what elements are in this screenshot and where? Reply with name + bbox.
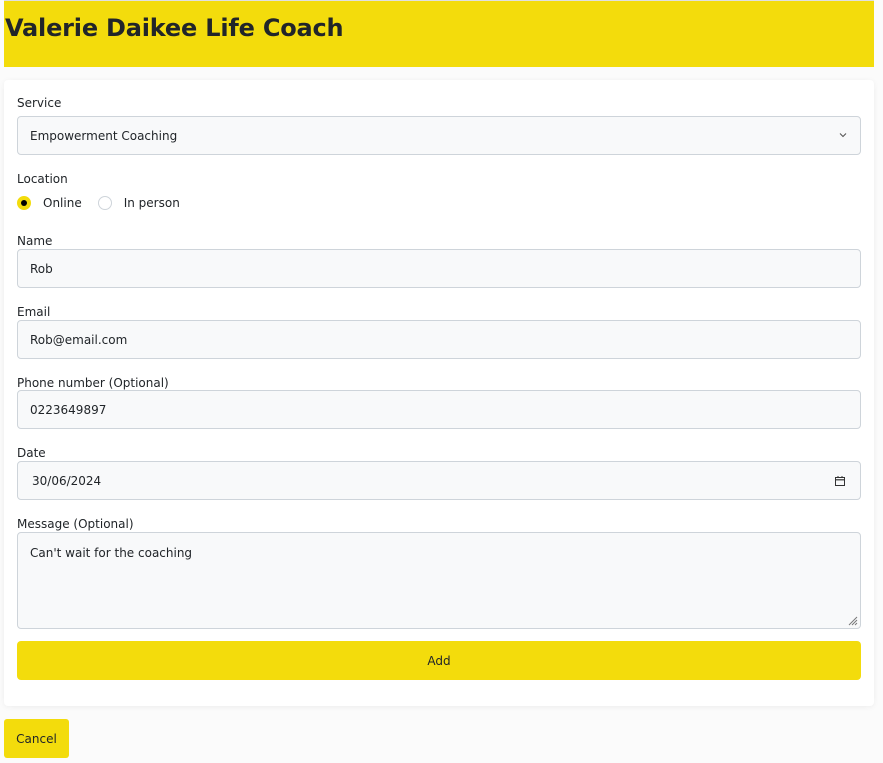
email-field-value: Rob@email.com <box>30 332 128 347</box>
radio-in-person-label[interactable]: In person <box>124 196 180 210</box>
message-textarea-value: Can't wait for the coaching <box>30 546 193 560</box>
message-label: Message (Optional) <box>17 517 134 531</box>
name-field[interactable]: Rob <box>17 249 861 288</box>
date-field-value: 30/06/2024 <box>32 473 102 488</box>
phone-label: Phone number (Optional) <box>17 376 169 390</box>
phone-field[interactable]: 0223649897 <box>17 390 861 429</box>
add-button[interactable]: Add <box>17 641 861 680</box>
email-label: Email <box>17 305 51 319</box>
radio-in-person[interactable] <box>97 196 112 210</box>
name-label: Name <box>17 234 53 248</box>
booking-form: Service Empowerment Coaching Location On… <box>4 80 874 706</box>
location-radio-group: Online In person <box>17 194 196 212</box>
email-field[interactable]: Rob@email.com <box>17 320 861 359</box>
chevron-down-icon <box>839 133 847 138</box>
name-field-value: Rob <box>30 261 53 276</box>
service-select[interactable]: Empowerment Coaching <box>17 116 861 155</box>
resize-grip-icon[interactable] <box>846 614 858 626</box>
date-label: Date <box>17 446 46 460</box>
page-title: Valerie Daikee Life Coach <box>5 14 344 42</box>
page-header: Valerie Daikee Life Coach <box>4 0 874 67</box>
service-label: Service <box>17 96 62 110</box>
phone-field-value: 0223649897 <box>30 402 107 417</box>
date-field[interactable]: 30/06/2024 <box>17 461 861 500</box>
cancel-button[interactable]: Cancel <box>4 719 69 758</box>
radio-online-label[interactable]: Online <box>43 196 82 210</box>
calendar-icon[interactable] <box>834 475 846 487</box>
location-label: Location <box>17 172 68 186</box>
radio-online[interactable] <box>17 196 31 210</box>
service-select-value: Empowerment Coaching <box>30 128 178 143</box>
message-textarea[interactable]: Can't wait for the coaching <box>17 532 861 629</box>
